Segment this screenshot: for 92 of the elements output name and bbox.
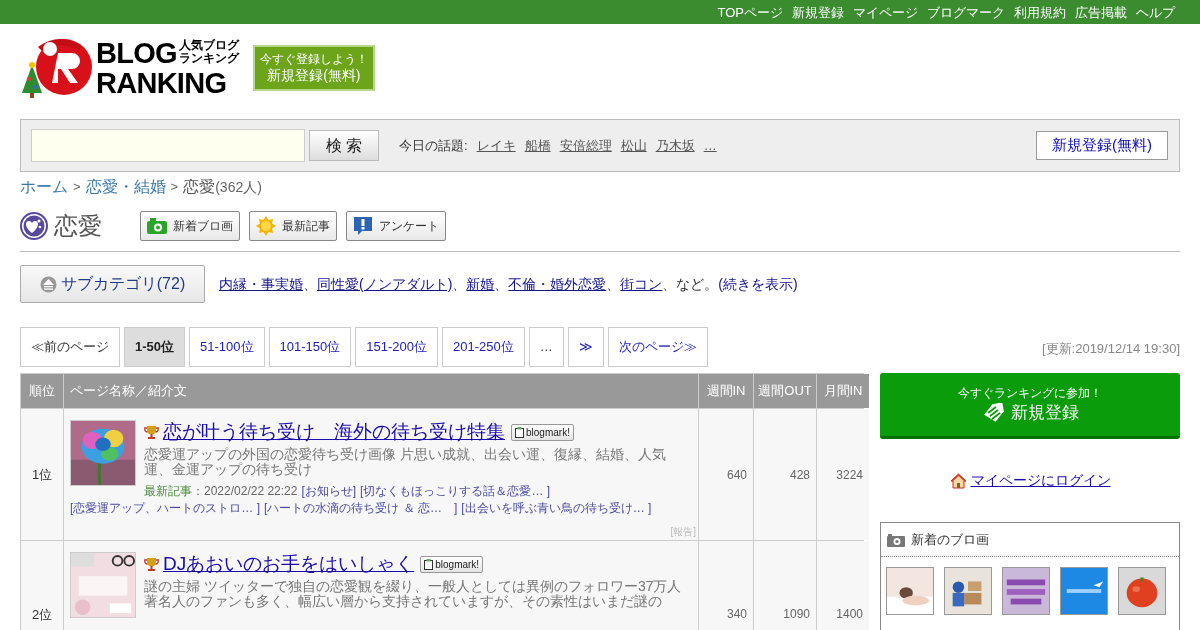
article-link[interactable]: [恋愛運アップ、ハートのストロ… ] — [70, 501, 260, 516]
camera-icon — [147, 218, 167, 234]
join-ranking-button[interactable]: 今すぐランキングに参加！ 新規登録 — [880, 373, 1180, 439]
blogmark-badge[interactable]: blogmark! — [420, 555, 484, 573]
login-link[interactable]: マイページにログイン — [970, 470, 1111, 491]
stat-cell: 428 — [754, 409, 816, 540]
nav-link[interactable]: 利用規約 — [1014, 5, 1066, 19]
new-badge-icon — [256, 216, 276, 236]
rank-cell: 1位 — [21, 409, 63, 540]
search-button[interactable]: 検 索 — [309, 130, 379, 161]
subcategory-button[interactable]: サブカテゴリ(72) — [20, 265, 205, 303]
topic-link[interactable]: 船橋 — [524, 135, 551, 156]
house-icon — [949, 472, 967, 489]
tag-icon — [981, 402, 1006, 423]
column-header: 週間OUT — [754, 374, 816, 408]
column-header: 週間IN — [699, 374, 753, 408]
stat-cell: 3224 — [817, 409, 869, 540]
topic-link[interactable]: 乃木坂 — [655, 135, 695, 156]
column-header: 月間IN — [817, 374, 869, 408]
search-field[interactable] — [31, 129, 305, 162]
heart-icon — [20, 212, 48, 240]
page-link[interactable]: 51-100位 — [189, 327, 265, 367]
breadcrumb-link[interactable]: 恋愛・結婚 — [85, 175, 166, 199]
breadcrumb-current: 恋愛 — [183, 177, 216, 197]
blog-description: 謎の主婦 ツイッターで独自の恋愛観を綴り、一般人としては異例のフォロワー37万人著名人のファンも多く、幅広い層から支持されていますが、その素性はいまだ謎の — [144, 579, 683, 609]
page-link[interactable]: ≫ — [567, 327, 604, 367]
signup-button[interactable]: 新規登録(無料) — [1036, 131, 1168, 160]
camera-icon — [887, 532, 905, 547]
latest-date: ：2022/02/22 22:22 — [192, 484, 298, 499]
separator-text: 、 — [606, 274, 621, 294]
clipboard-icon — [424, 558, 434, 570]
show-more-link[interactable]: (続きを表示) — [718, 273, 798, 295]
topic-link[interactable]: … — [703, 135, 717, 156]
latest-label: 最新記事 — [144, 484, 192, 499]
topics-label: 今日の話題: — [399, 136, 468, 155]
article-link[interactable]: [出会いを呼ぶ青い鳥の待ち受け… ] — [461, 501, 652, 516]
logo-subtitle[interactable]: 人気ブログ — [178, 39, 239, 52]
current-page[interactable]: 1-50位 — [124, 327, 186, 367]
stat-cell: 340 — [699, 541, 753, 630]
blog-description: 恋愛運アップの外国の恋愛待ち受け画像 片思い成就、出会い運、復縁、結婚、人気運、金運アップの待ち受け — [144, 447, 667, 477]
nav-link[interactable]: 広告掲載 — [1075, 5, 1127, 19]
stat-cell: 640 — [699, 409, 753, 540]
separator-text: 、 — [452, 274, 467, 294]
subcategory-link[interactable]: 不倫・婚外恋愛 — [508, 273, 607, 295]
upload-icon — [39, 275, 57, 293]
blog-title-link[interactable]: DJあおいのお手をはいしゃく — [163, 549, 415, 579]
clipboard-icon — [515, 426, 524, 438]
breadcrumb-separator: > — [73, 178, 81, 197]
nav-link[interactable]: 新規登録 — [792, 5, 844, 19]
nav-link[interactable]: ブログマーク — [927, 5, 1005, 19]
breadcrumb-link[interactable]: ホーム — [20, 175, 68, 199]
subcategory-link[interactable]: 同性愛(ノンアダルト) — [317, 273, 453, 295]
article-link[interactable]: [お知らせ] — [301, 484, 357, 499]
page-link[interactable]: 151-200位 — [355, 327, 438, 367]
column-header: ページ名称／紹介文 — [64, 374, 698, 408]
logo-text[interactable]: BLOG — [96, 38, 177, 68]
trophy-icon — [144, 556, 159, 572]
category-action-button[interactable]: 最新記事 — [249, 211, 337, 241]
article-link[interactable]: [切なくもほっこりする話＆恋愛… ] — [360, 484, 551, 499]
logo-text[interactable]: RANKING — [96, 68, 239, 98]
trophy-icon — [144, 424, 159, 440]
separator-text: 、 — [303, 274, 317, 294]
column-header: 順位 — [21, 374, 63, 408]
subcategory-link[interactable]: 新婚 — [466, 273, 495, 295]
article-link[interactable]: [ハートの水滴の待ち受け ＆ 恋… ] — [264, 501, 458, 516]
logo-subtitle[interactable]: ランキング — [178, 52, 239, 65]
updated-time: [更新:2019/12/14 19:30] — [1041, 340, 1180, 358]
speech-bubble-icon — [353, 216, 373, 236]
subcategory-link[interactable]: 街コン — [620, 273, 663, 295]
category-title: 恋愛 — [54, 211, 103, 241]
topic-link[interactable]: 松山 — [620, 135, 647, 156]
panel-title: 新着のブロ画 — [911, 530, 989, 549]
nav-link[interactable]: マイページ — [853, 5, 918, 19]
topic-link[interactable]: レイキ — [476, 135, 516, 156]
nav-link[interactable]: TOPページ — [717, 5, 783, 19]
page-link[interactable]: 101-150位 — [268, 327, 352, 367]
separator-text: 、 — [494, 274, 509, 294]
member-count: (362人) — [215, 177, 262, 197]
category-action-button[interactable]: アンケート — [346, 211, 446, 241]
subcategory-link[interactable]: 内縁・事実婚 — [219, 273, 303, 295]
topic-link[interactable]: 安倍総理 — [559, 135, 612, 156]
page-link[interactable]: 次のページ≫ — [607, 327, 708, 367]
nav-link[interactable]: ヘルプ — [1136, 5, 1175, 19]
suffix-text: 、など。 — [662, 274, 719, 294]
stat-cell: 1090 — [754, 541, 816, 630]
stat-cell: 1400 — [817, 541, 869, 630]
page-link[interactable]: 201-250位 — [441, 327, 525, 367]
blogmark-badge[interactable]: blogmark! — [511, 423, 574, 441]
breadcrumb-separator: > — [170, 178, 179, 197]
blog-title-link[interactable]: 恋が叶う待ち受け 海外の待ち受け特集 — [163, 417, 505, 447]
category-action-button[interactable]: 新着ブロ画 — [140, 211, 240, 241]
rank-cell: 2位 — [21, 541, 63, 630]
